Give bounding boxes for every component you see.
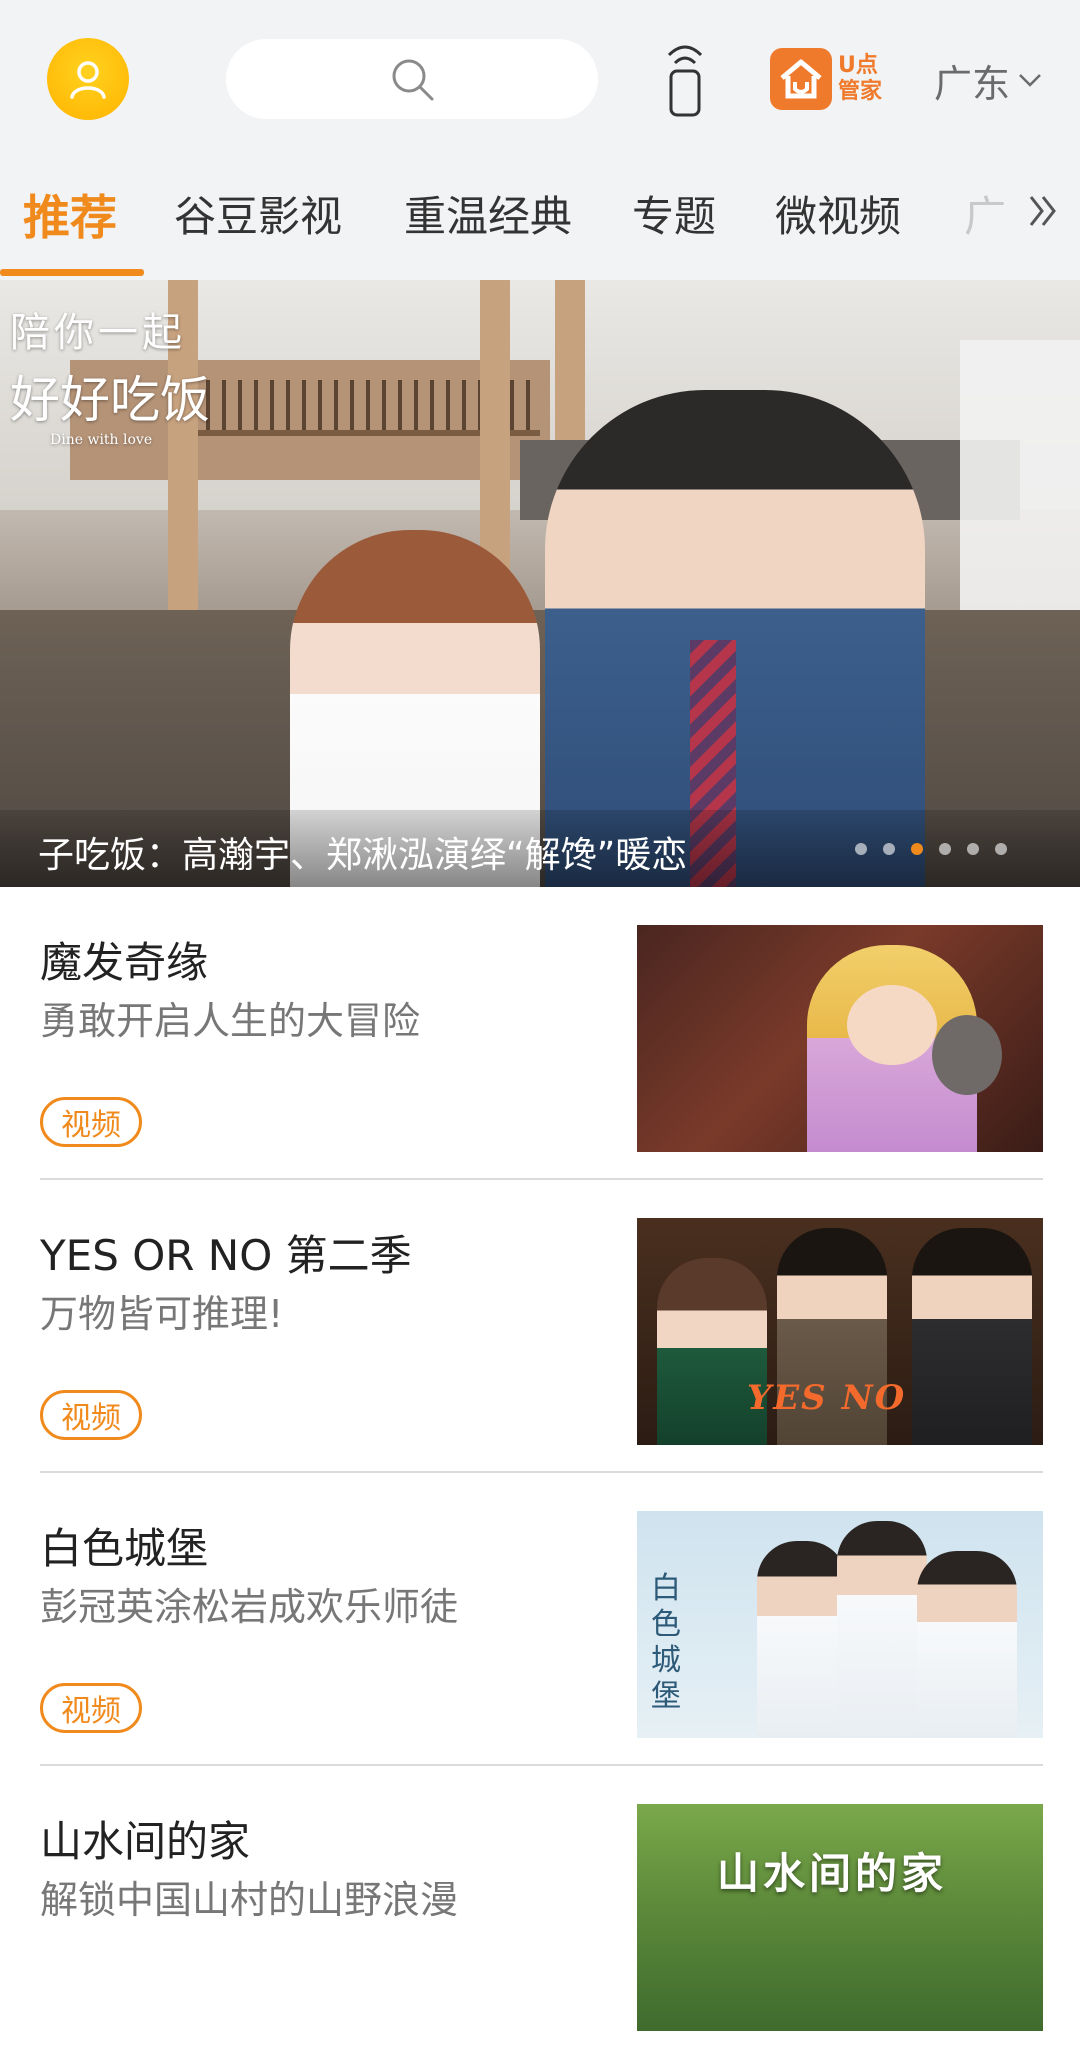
item-title: 山水间的家: [40, 1817, 251, 1866]
top-bar: U点 管家 广东 推荐 谷豆影视 重温经典 专题 微视频 广: [0, 0, 1080, 280]
item-title: 白色城堡: [40, 1524, 209, 1573]
remote-control-button[interactable]: [657, 40, 713, 120]
carousel-dot-active[interactable]: [911, 843, 923, 855]
category-tabs: 推荐 谷豆影视 重温经典 专题 微视频 广: [0, 165, 1080, 280]
house-icon: [770, 48, 832, 110]
u-dian-brand-text: U点 管家: [838, 53, 882, 105]
tab-topics[interactable]: 专题: [632, 183, 716, 244]
item-subtitle: 彭冠英涂松岩成欢乐师徒: [40, 1585, 459, 1629]
double-chevron-right-icon: [1029, 196, 1056, 226]
thumbnail-title: 白色城堡: [651, 1571, 681, 1714]
show-logo: 陪你一起 好好吃饭 Dine with love: [10, 310, 210, 448]
item-thumbnail[interactable]: 白色城堡: [637, 1511, 1043, 1738]
item-subtitle: 解锁中国山村的山野浪漫: [40, 1878, 459, 1922]
carousel-dot[interactable]: [883, 843, 895, 855]
video-badge: 视频: [40, 1097, 142, 1147]
avatar[interactable]: [47, 38, 129, 120]
tab-partial[interactable]: 广: [964, 183, 1006, 244]
list-item[interactable]: 白色城堡 彭冠英涂松岩成欢乐师徒 视频 白色城堡: [0, 1473, 1080, 1766]
tab-recommend[interactable]: 推荐: [23, 179, 117, 248]
remote-control-icon: [667, 45, 703, 117]
user-icon: [70, 61, 106, 99]
search-box[interactable]: [226, 39, 598, 119]
item-subtitle: 万物皆可推理!: [40, 1292, 284, 1336]
item-subtitle: 勇敢开启人生的大冒险: [40, 999, 421, 1043]
list-item[interactable]: 山水间的家 解锁中国山村的山野浪漫 山水间的家: [0, 1766, 1080, 2059]
carousel-dots: [855, 843, 1023, 855]
item-title: 魔发奇缘: [40, 938, 209, 987]
item-thumbnail[interactable]: [637, 925, 1043, 1152]
video-badge: 视频: [40, 1390, 142, 1440]
tab-micro-video[interactable]: 微视频: [775, 183, 901, 244]
tab-gudou-video[interactable]: 谷豆影视: [174, 183, 342, 244]
video-badge: 视频: [40, 1683, 142, 1733]
tab-classics[interactable]: 重温经典: [404, 183, 572, 244]
carousel-dot[interactable]: [855, 843, 867, 855]
brand-line1: U点: [838, 53, 878, 78]
search-icon: [392, 59, 434, 101]
region-label: 广东: [934, 61, 1011, 106]
chevron-down-icon: [1019, 74, 1041, 87]
thumbnail-title: YES NO: [747, 1378, 907, 1418]
list-item[interactable]: 魔发奇缘 勇敢开启人生的大冒险 视频: [0, 887, 1080, 1180]
u-dian-guanjia-logo[interactable]: U点 管家: [770, 46, 890, 112]
more-tabs-button[interactable]: [1023, 191, 1063, 231]
region-selector[interactable]: 广东: [934, 52, 1042, 108]
hero-banner[interactable]: 陪你一起 好好吃饭 Dine with love 子吃饭：高瀚宇、郑湫泓演绎“解…: [0, 280, 1080, 887]
list-item[interactable]: YES OR NO 第二季 万物皆可推理! 视频 YES NO: [0, 1180, 1080, 1473]
banner-caption: 子吃饭：高瀚宇、郑湫泓演绎“解馋”暖恋: [38, 835, 688, 876]
item-thumbnail[interactable]: YES NO: [637, 1218, 1043, 1445]
active-tab-indicator: [0, 269, 144, 276]
thumbnail-title: 山水间的家: [717, 1849, 948, 1898]
carousel-dot[interactable]: [995, 843, 1007, 855]
carousel-dot[interactable]: [967, 843, 979, 855]
carousel-dot[interactable]: [939, 843, 951, 855]
item-title: YES OR NO 第二季: [40, 1231, 412, 1280]
brand-line2: 管家: [838, 79, 883, 104]
item-thumbnail[interactable]: 山水间的家: [637, 1804, 1043, 2031]
